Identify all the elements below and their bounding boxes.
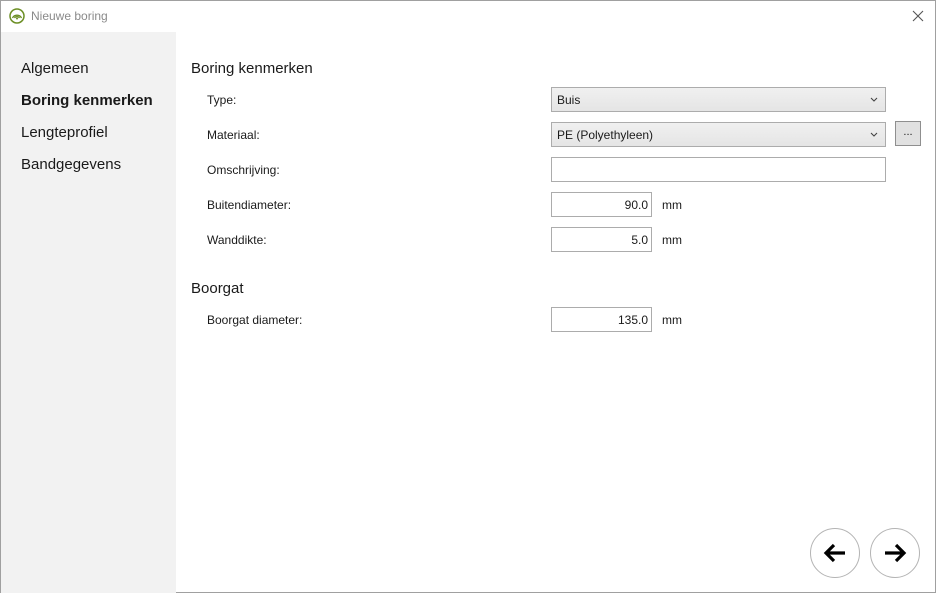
title-bar: Nieuwe boring xyxy=(1,1,935,32)
type-select-value: Buis xyxy=(557,93,581,107)
omschrijving-input[interactable] xyxy=(551,157,886,182)
materiaal-label: Materiaal: xyxy=(207,128,260,142)
chevron-down-icon xyxy=(870,97,878,102)
materiaal-select[interactable]: PE (Polyethyleen) xyxy=(551,122,886,147)
sidebar-item-boring-kenmerken[interactable]: Boring kenmerken xyxy=(21,92,153,109)
sidebar-item-algemeen[interactable]: Algemeen xyxy=(21,60,89,77)
arrow-left-icon xyxy=(823,543,845,563)
app-logo-icon xyxy=(9,8,25,24)
sidebar-item-bandgegevens[interactable]: Bandgegevens xyxy=(21,156,121,173)
close-button[interactable] xyxy=(901,1,935,31)
window-title: Nieuwe boring xyxy=(31,9,108,23)
chevron-down-icon xyxy=(870,132,878,137)
wanddikte-label: Wanddikte: xyxy=(207,233,267,247)
materiaal-browse-button[interactable]: ... xyxy=(895,121,921,146)
boorgat-diameter-input[interactable]: 135.0 xyxy=(551,307,652,332)
close-icon xyxy=(912,10,924,22)
omschrijving-label: Omschrijving: xyxy=(207,163,280,177)
section-title-boorgat: Boorgat xyxy=(191,280,244,297)
type-label: Type: xyxy=(207,93,237,107)
sidebar-item-lengteprofiel[interactable]: Lengteprofiel xyxy=(21,124,108,141)
dialog-window: Nieuwe boring Algemeen Boring kenmerken … xyxy=(0,0,936,593)
sidebar: Algemeen Boring kenmerken Lengteprofiel … xyxy=(1,32,176,593)
wanddikte-unit: mm xyxy=(662,233,682,247)
arrow-right-icon xyxy=(885,543,907,563)
type-select[interactable]: Buis xyxy=(551,87,886,112)
wanddikte-input[interactable]: 5.0 xyxy=(551,227,652,252)
next-button[interactable] xyxy=(870,528,920,578)
buitendiameter-unit: mm xyxy=(662,198,682,212)
boorgat-diameter-unit: mm xyxy=(662,313,682,327)
buitendiameter-input[interactable]: 90.0 xyxy=(551,192,652,217)
materiaal-select-value: PE (Polyethyleen) xyxy=(557,128,654,142)
boorgat-diameter-label: Boorgat diameter: xyxy=(207,313,303,327)
buitendiameter-label: Buitendiameter: xyxy=(207,198,292,212)
back-button[interactable] xyxy=(810,528,860,578)
section-title-boring-kenmerken: Boring kenmerken xyxy=(191,60,313,77)
